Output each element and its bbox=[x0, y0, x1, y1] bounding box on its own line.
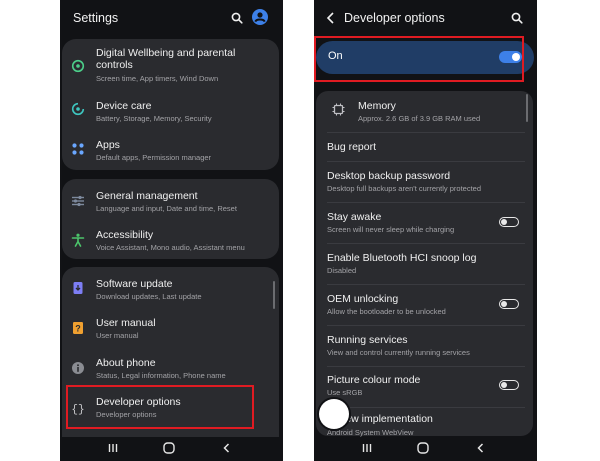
item-subtitle: Allow the bootloader to be unlocked bbox=[327, 307, 446, 316]
item-subtitle: Disabled bbox=[327, 266, 357, 275]
dev-item-picture-colour-mode[interactable]: Picture colour mode Use sRGB bbox=[316, 367, 533, 407]
settings-item-apps[interactable]: Apps Default apps, Permission manager bbox=[62, 130, 279, 168]
home-icon[interactable] bbox=[161, 440, 177, 456]
info-icon bbox=[70, 360, 86, 376]
item-subtitle: Battery, Storage, Memory, Security bbox=[96, 114, 212, 123]
settings-item-user-manual[interactable]: ? User manual User manual bbox=[62, 309, 279, 347]
digital-wellbeing-icon bbox=[70, 58, 86, 74]
item-subtitle: Status, Legal information, Phone name bbox=[96, 371, 226, 380]
item-title: Device care bbox=[96, 100, 152, 112]
user-manual-icon: ? bbox=[70, 320, 86, 336]
item-title: Accessibility bbox=[96, 229, 154, 241]
item-title-line2: controls bbox=[96, 59, 133, 71]
stay-awake-toggle[interactable] bbox=[499, 217, 519, 227]
item-title: Memory bbox=[358, 100, 396, 112]
settings-card-2: General management Language and input, D… bbox=[62, 179, 279, 259]
item-subtitle: Use sRGB bbox=[327, 388, 363, 397]
toggle-knob bbox=[501, 218, 507, 225]
software-update-icon bbox=[70, 280, 86, 296]
item-title: Running services bbox=[327, 334, 408, 346]
dev-item-running-services[interactable]: Running services View and control curren… bbox=[316, 326, 533, 366]
developer-options-highlight bbox=[66, 385, 254, 429]
item-title: OEM unlocking bbox=[327, 293, 399, 305]
settings-item-device-care[interactable]: Device care Battery, Storage, Memory, Se… bbox=[62, 90, 279, 128]
memory-icon bbox=[332, 103, 345, 116]
item-title: Apps bbox=[96, 139, 120, 151]
item-title: Bug report bbox=[327, 141, 377, 153]
developer-options-screen: Developer options On Memory Approx. 2.6 … bbox=[314, 0, 537, 461]
item-subtitle: User manual bbox=[96, 331, 139, 340]
item-title: About phone bbox=[96, 357, 156, 369]
page-title: Developer options bbox=[344, 11, 445, 25]
navigation-bar bbox=[314, 435, 537, 461]
item-title: General management bbox=[96, 190, 198, 202]
item-subtitle: Screen will never sleep while charging bbox=[327, 225, 455, 234]
scrollbar[interactable] bbox=[526, 94, 528, 122]
oem-unlocking-toggle[interactable] bbox=[499, 299, 519, 309]
item-title: Enable Bluetooth HCI snoop log bbox=[327, 252, 477, 264]
item-subtitle: Screen time, App timers, Wind Down bbox=[96, 74, 219, 83]
item-subtitle: Language and input, Date and time, Reset bbox=[96, 204, 237, 213]
svg-text:?: ? bbox=[75, 324, 81, 334]
dev-item-desktop-backup-password[interactable]: Desktop backup password Desktop full bac… bbox=[316, 162, 533, 202]
settings-card-1: Digital Wellbeing and parental controls … bbox=[62, 39, 279, 170]
settings-item-software-update[interactable]: Software update Download updates, Last u… bbox=[62, 269, 279, 307]
item-title: Picture colour mode bbox=[327, 374, 421, 386]
recent-apps-icon[interactable] bbox=[105, 440, 121, 456]
developer-options-list: Memory Approx. 2.6 GB of 3.9 GB RAM used… bbox=[316, 91, 533, 437]
recent-apps-icon[interactable] bbox=[359, 440, 375, 456]
item-title: Stay awake bbox=[327, 211, 382, 223]
navigation-bar bbox=[60, 435, 283, 461]
settings-item-general-management[interactable]: General management Language and input, D… bbox=[62, 181, 279, 219]
picture-colour-mode-toggle[interactable] bbox=[499, 380, 519, 390]
settings-item-digital-wellbeing[interactable]: Digital Wellbeing and parental controls … bbox=[62, 44, 279, 86]
toggle-knob bbox=[501, 300, 507, 307]
apps-icon bbox=[70, 141, 86, 157]
dev-item-stay-awake[interactable]: Stay awake Screen will never sleep while… bbox=[316, 203, 533, 243]
general-management-icon bbox=[70, 193, 86, 209]
toggle-knob bbox=[501, 381, 507, 388]
back-arrow-icon[interactable] bbox=[326, 11, 336, 24]
settings-item-about-phone[interactable]: About phone Status, Legal information, P… bbox=[62, 349, 279, 387]
search-icon[interactable] bbox=[511, 11, 523, 24]
on-switch-highlight bbox=[314, 36, 524, 82]
floating-touch-indicator bbox=[319, 399, 349, 429]
device-care-icon bbox=[70, 101, 86, 117]
settings-screen: Settings Digital Wellbeing and parental … bbox=[60, 0, 283, 461]
settings-item-accessibility[interactable]: Accessibility Voice Assistant, Mono audi… bbox=[62, 221, 279, 259]
page-title: Settings bbox=[73, 11, 119, 25]
item-title: User manual bbox=[96, 317, 156, 329]
item-subtitle: Approx. 2.6 GB of 3.9 GB RAM used bbox=[358, 114, 481, 123]
dev-item-bug-report[interactable]: Bug report bbox=[316, 133, 533, 161]
settings-header: Settings bbox=[60, 0, 283, 34]
item-title: Desktop backup password bbox=[327, 170, 451, 182]
item-subtitle: View and control currently running servi… bbox=[327, 348, 470, 357]
account-icon[interactable] bbox=[252, 9, 268, 25]
dev-item-oem-unlocking[interactable]: OEM unlocking Allow the bootloader to be… bbox=[316, 285, 533, 325]
home-icon[interactable] bbox=[415, 440, 431, 456]
item-title: Digital Wellbeing and parental bbox=[96, 47, 236, 59]
accessibility-icon bbox=[70, 232, 86, 248]
back-icon[interactable] bbox=[473, 440, 489, 456]
item-title: iew implementation bbox=[343, 413, 433, 425]
developer-options-header: Developer options bbox=[314, 0, 537, 34]
scrollbar[interactable] bbox=[273, 281, 275, 309]
dev-item-memory[interactable]: Memory Approx. 2.6 GB of 3.9 GB RAM used bbox=[316, 91, 533, 131]
item-subtitle: Voice Assistant, Mono audio, Assistant m… bbox=[96, 243, 245, 252]
item-subtitle: Download updates, Last update bbox=[96, 292, 202, 301]
item-subtitle: Desktop full backups aren't currently pr… bbox=[327, 184, 482, 193]
item-subtitle: Default apps, Permission manager bbox=[96, 153, 212, 162]
item-title: Software update bbox=[96, 278, 173, 290]
dev-item-bluetooth-hci-snoop-log[interactable]: Enable Bluetooth HCI snoop log Disabled bbox=[316, 244, 533, 284]
search-icon[interactable] bbox=[231, 11, 243, 24]
back-icon[interactable] bbox=[219, 440, 235, 456]
